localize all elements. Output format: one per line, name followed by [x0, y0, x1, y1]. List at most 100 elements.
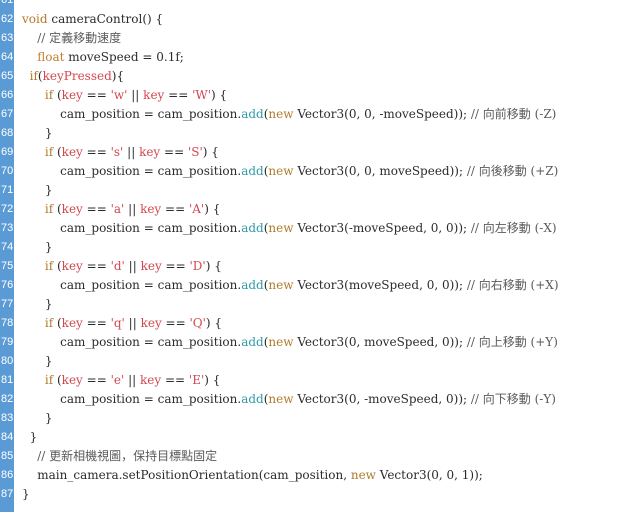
code-text: cam_position = cam_position.add(new Vect…	[22, 390, 556, 409]
code-token: key	[140, 202, 162, 216]
code-token: new	[268, 278, 294, 292]
code-line[interactable]: 85 // 更新相機視圖，保持目標點固定	[0, 447, 634, 466]
code-token: ==	[164, 88, 193, 102]
code-text: }	[22, 352, 53, 371]
code-line[interactable]: 84 }	[0, 428, 634, 447]
code-token: 'e'	[110, 373, 125, 387]
code-token: cam_position = cam_position.	[22, 335, 242, 349]
code-token: 'd'	[110, 259, 125, 273]
code-line[interactable]: 70 cam_position = cam_position.add(new V…	[0, 162, 634, 181]
code-line[interactable]: 67 cam_position = cam_position.add(new V…	[0, 105, 634, 124]
code-comment: // 向左移動 (-X)	[470, 221, 557, 235]
code-text: cam_position = cam_position.add(new Vect…	[22, 219, 557, 238]
code-comment: // 定義移動速度	[37, 31, 122, 45]
code-line[interactable]: 63 // 定義移動速度	[0, 29, 634, 48]
code-text: }	[22, 181, 53, 200]
code-line[interactable]: 64 float moveSpeed = 0.1f;	[0, 48, 634, 67]
code-line[interactable]: 87}	[0, 485, 634, 504]
code-line[interactable]: 75 if (key == 'd' || key == 'D') {	[0, 257, 634, 276]
code-token: ||	[124, 202, 141, 216]
code-token: ) {	[205, 316, 223, 330]
code-line[interactable]: 74 }	[0, 238, 634, 257]
code-token: ) {	[204, 373, 221, 387]
code-token: ||	[124, 316, 141, 330]
code-token: add	[241, 335, 264, 349]
code-text: }	[22, 238, 53, 257]
line-number: 81	[1, 374, 14, 386]
code-line[interactable]: 77 }	[0, 295, 634, 314]
code-token: }	[22, 487, 30, 501]
code-text: cam_position = cam_position.add(new Vect…	[22, 276, 558, 295]
line-number: 62	[1, 13, 14, 25]
code-editor[interactable]: 61 62 void cameraControl() {63 // 定義移動速度 64…	[0, 0, 634, 512]
code-line[interactable]: 81 if (key == 'e' || key == 'E') {	[0, 371, 634, 390]
code-token: }	[22, 430, 38, 444]
code-area[interactable]: 61 62 void cameraControl() {63 // 定義移動速度 64…	[0, 0, 634, 504]
code-token: if	[44, 145, 54, 159]
line-number: 79	[1, 336, 14, 348]
code-token: key	[61, 316, 83, 330]
code-token: ==	[161, 259, 190, 273]
code-token: moveSpeed = 0.1f;	[64, 50, 184, 64]
code-token: if	[44, 316, 54, 330]
code-line[interactable]: 62 void cameraControl() {	[0, 10, 634, 29]
code-text: }	[22, 409, 53, 428]
code-token: cam_position = cam_position.	[22, 164, 242, 178]
code-token: (	[53, 145, 62, 159]
code-token: key	[61, 145, 83, 159]
line-number: 80	[1, 355, 14, 367]
code-text: }	[22, 485, 30, 504]
code-text: cam_position = cam_position.add(new Vect…	[22, 162, 558, 181]
code-line[interactable]: 86 main_camera.setPositionOrientation(ca…	[0, 466, 634, 485]
code-text: void cameraControl() {	[22, 10, 163, 29]
code-token: (	[53, 202, 62, 216]
code-token: if	[44, 373, 54, 387]
code-token: (	[53, 373, 62, 387]
code-token: add	[241, 107, 264, 121]
code-line[interactable]: 65 if(keyPressed){	[0, 67, 634, 86]
code-token: new	[268, 335, 294, 349]
code-line[interactable]: 76 cam_position = cam_position.add(new V…	[0, 276, 634, 295]
code-text: if (key == 'w' || key == 'W') {	[22, 86, 227, 105]
code-token: ) {	[204, 202, 221, 216]
code-comment: // 向下移動 (-Y)	[470, 392, 556, 406]
code-text: float moveSpeed = 0.1f;	[22, 48, 184, 67]
code-token: Vector3(0, 0, moveSpeed));	[293, 164, 467, 178]
code-line[interactable]: 68 }	[0, 124, 634, 143]
code-token: Vector3(0, -moveSpeed, 0));	[293, 392, 471, 406]
code-line[interactable]: 69 if (key == 's' || key == 'S') {	[0, 143, 634, 162]
code-line[interactable]: 61	[0, 0, 634, 10]
line-number: 86	[1, 469, 14, 481]
code-text: }	[22, 428, 38, 447]
code-text: // 定義移動速度	[22, 29, 121, 48]
line-number: 68	[1, 127, 14, 139]
code-text: // 更新相機視圖，保持目標點固定	[22, 447, 217, 466]
code-line[interactable]: 66 if (key == 'w' || key == 'W') {	[0, 86, 634, 105]
code-line[interactable]: 83 }	[0, 409, 634, 428]
line-number: 71	[1, 184, 14, 196]
code-line[interactable]: 78 if (key == 'q' || key == 'Q') {	[0, 314, 634, 333]
code-line[interactable]: 71 }	[0, 181, 634, 200]
code-token: }	[22, 183, 53, 197]
code-token: cameraControl() {	[47, 12, 164, 26]
code-token: 'w'	[110, 88, 128, 102]
code-text: if (key == 'e' || key == 'E') {	[22, 371, 221, 390]
code-token: (	[53, 88, 62, 102]
code-token: ==	[160, 145, 188, 159]
code-line[interactable]: 73 cam_position = cam_position.add(new V…	[0, 219, 634, 238]
code-token: key	[139, 145, 161, 159]
code-line[interactable]: 80 }	[0, 352, 634, 371]
code-line[interactable]: 79 cam_position = cam_position.add(new V…	[0, 333, 634, 352]
code-token: ) {	[202, 145, 219, 159]
code-token: Vector3(0, moveSpeed, 0));	[293, 335, 467, 349]
code-line[interactable]: 72 if (key == 'a' || key == 'A') {	[0, 200, 634, 219]
code-token: main_camera.setPositionOrientation(cam_p…	[22, 468, 351, 482]
code-text: cam_position = cam_position.add(new Vect…	[22, 333, 558, 352]
code-token: void	[22, 12, 48, 26]
code-line[interactable]: 82 cam_position = cam_position.add(new V…	[0, 390, 634, 409]
